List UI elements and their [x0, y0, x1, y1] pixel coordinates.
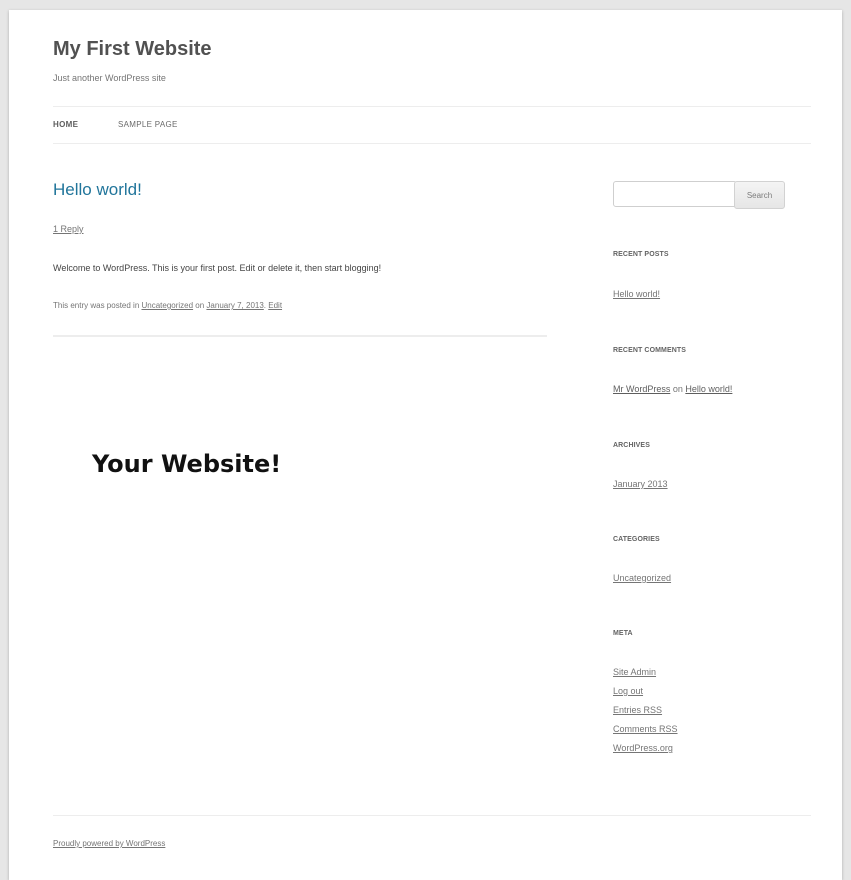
meta-link-site-admin[interactable]: Site Admin	[613, 667, 656, 677]
post-category-link[interactable]: Uncategorized	[141, 301, 193, 310]
comment-on-text: on	[670, 384, 686, 394]
post-date-link[interactable]: January 7, 2013	[206, 301, 263, 310]
site-description: Just another WordPress site	[53, 73, 166, 83]
footer-divider	[53, 815, 811, 816]
search-button[interactable]: Search	[734, 181, 785, 209]
widget-title-recent-comments: RECENT COMMENTS	[613, 347, 687, 354]
post-title[interactable]: Hello world!	[53, 180, 142, 200]
post-content: Welcome to WordPress. This is your first…	[53, 263, 382, 273]
category-link[interactable]: Uncategorized	[613, 573, 671, 583]
post-divider	[53, 335, 547, 337]
widget-title-categories: CATEGORIES	[613, 536, 660, 543]
nav-item-sample-page[interactable]: SAMPLE PAGE	[118, 120, 178, 129]
recent-comment-item: Mr WordPress on Hello world!	[613, 384, 732, 394]
comment-post-link[interactable]: Hello world!	[685, 384, 732, 394]
widget-title-recent-posts: RECENT POSTS	[613, 251, 669, 258]
post-meta: This entry was posted in Uncategorized o…	[53, 301, 282, 310]
site-title[interactable]: My First Website	[53, 38, 212, 61]
meta-link-comments-rss[interactable]: Comments RSS	[613, 724, 678, 734]
main-navigation: HOME SAMPLE PAGE	[53, 106, 811, 144]
meta-link-entries-rss[interactable]: Entries RSS	[613, 705, 662, 715]
post-meta-on: on	[193, 301, 207, 310]
post-edit-link[interactable]: Edit	[268, 301, 282, 310]
meta-link-log-out[interactable]: Log out	[613, 686, 643, 696]
archive-link[interactable]: January 2013	[613, 479, 668, 489]
recent-post-link[interactable]: Hello world!	[613, 289, 660, 299]
footer-credit-link[interactable]: Proudly powered by WordPress	[53, 839, 165, 848]
meta-link-wordpress-org[interactable]: WordPress.org	[613, 743, 673, 753]
search-input[interactable]	[613, 181, 737, 207]
widget-title-archives: ARCHIVES	[613, 442, 650, 449]
page-container: My First Website Just another WordPress …	[9, 10, 842, 880]
comment-author-link[interactable]: Mr WordPress	[613, 384, 670, 394]
post-meta-prefix: This entry was posted in	[53, 301, 142, 310]
widget-title-meta: META	[613, 630, 633, 637]
overlay-caption: Your Website!	[92, 450, 282, 478]
nav-item-home[interactable]: HOME	[53, 120, 78, 129]
reply-link[interactable]: 1 Reply	[53, 224, 84, 234]
